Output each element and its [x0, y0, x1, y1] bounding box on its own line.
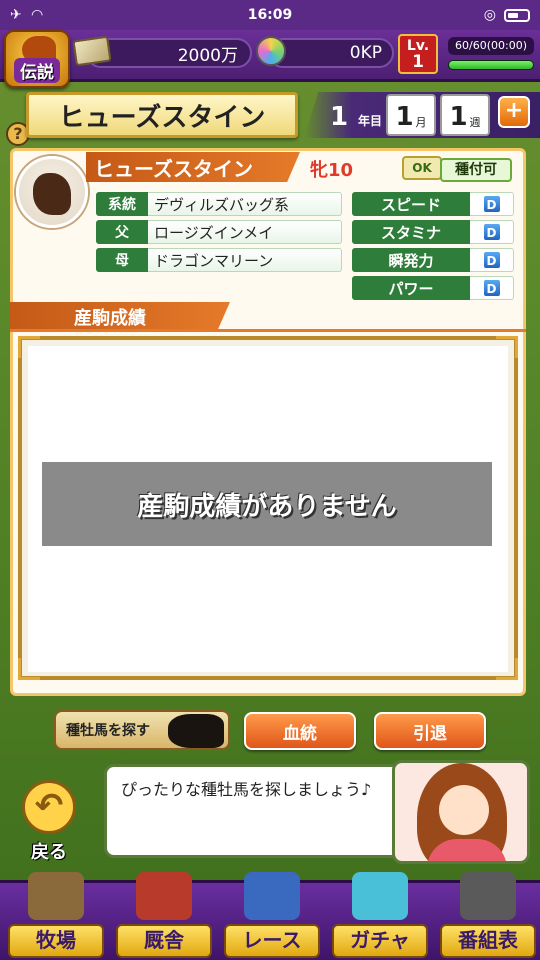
stat-key: スピード [352, 192, 470, 216]
nav-item-schedule[interactable]: 番組表 [436, 872, 540, 960]
stat-value: D [470, 192, 514, 216]
frame-corner [18, 336, 40, 358]
stat-value: D [470, 220, 514, 244]
pedigree-button[interactable]: 血統 [244, 712, 356, 750]
page-title: ヒューズスタイン [26, 92, 298, 138]
horse-name: ヒューズスタイン [86, 152, 300, 182]
farm-icon [28, 872, 84, 920]
nav-item-race[interactable]: レース [220, 872, 324, 960]
stat-value: D [470, 276, 514, 300]
level-badge: Lv. 1 [398, 34, 438, 74]
year-label: 年目 [358, 114, 383, 128]
back-arrow-icon: ↶ [22, 780, 76, 834]
empty-results-message: 産駒成績がありません [42, 462, 492, 546]
grade-badge: D [482, 279, 501, 297]
nav-item-stable[interactable]: 厩舎 [112, 872, 216, 960]
stamina-text: 60/60(00:00) [448, 37, 534, 55]
month-label: 月 [415, 116, 427, 129]
grade-badge: D [482, 195, 501, 213]
results-section-title: 産駒成績 [10, 302, 230, 332]
orientation-lock-icon: ◎ [483, 7, 496, 23]
stable-icon [136, 872, 192, 920]
advance-date-button[interactable]: + [498, 96, 530, 128]
nav-label: 番組表 [440, 924, 536, 958]
kp-counter: 0KP [268, 38, 394, 68]
ticket-icon [72, 35, 112, 67]
back-button[interactable]: ↶ 戻る [14, 780, 84, 864]
character-face [439, 785, 489, 835]
back-label: 戻る [31, 842, 67, 863]
info-value: ドラゴンマリーン [148, 248, 342, 272]
nav-label: ガチャ [332, 924, 428, 958]
horse-silhouette-icon [168, 714, 224, 748]
stamina-bar [448, 60, 534, 70]
kp-disc-icon [256, 36, 286, 66]
nav-label: 牧場 [8, 924, 104, 958]
money-counter: 2000万 [86, 38, 252, 68]
grade-badge: D [482, 251, 501, 269]
stat-key: 瞬発力 [352, 248, 470, 272]
legend-label: 伝説 [14, 58, 60, 83]
status-bar: ✈ ◠ 16:09 ◎ [0, 0, 540, 30]
info-row-dam: 母 ドラゴンマリーン [96, 248, 342, 272]
status-time: 16:09 [247, 7, 293, 23]
legend-badge[interactable]: 伝説 [4, 30, 70, 88]
stat-key: パワー [352, 276, 470, 300]
schedule-icon [460, 872, 516, 920]
frame-corner [496, 336, 518, 358]
ok-hand-icon: OK [402, 156, 442, 180]
stat-row-speed: スピード D [352, 192, 514, 216]
month-calendar: 1 月 [386, 94, 436, 136]
battery-icon [504, 8, 530, 22]
month-value: 1 [395, 102, 414, 132]
assistant-character [392, 760, 530, 864]
horse-sex-age: 牝10 [310, 160, 354, 181]
frame-corner [496, 658, 518, 680]
stat-row-stamina: スタミナ D [352, 220, 514, 244]
week-value: 1 [449, 102, 468, 132]
gacha-icon [352, 872, 408, 920]
info-row-lineage: 系統 デヴィルズバッグ系 [96, 192, 342, 216]
nav-label: 厩舎 [116, 924, 212, 958]
grade-badge: D [482, 223, 501, 241]
retire-button[interactable]: 引退 [374, 712, 486, 750]
info-value: ロージズインメイ [148, 220, 342, 244]
search-stallion-button[interactable]: 種牡馬を探す [54, 710, 230, 750]
horse-portrait [16, 156, 88, 228]
info-value: デヴィルズバッグ系 [148, 192, 342, 216]
nav-item-farm[interactable]: 牧場 [4, 872, 108, 960]
stat-key: スタミナ [352, 220, 470, 244]
stat-row-power: パワー D [352, 276, 514, 300]
year-value: 1 [330, 102, 349, 132]
assistant-speech-bubble: ぴったりな種牡馬を探しましょう♪ [104, 764, 404, 858]
nav-label: レース [224, 924, 320, 958]
info-key: 母 [96, 248, 148, 272]
status-icons-right: ◎ [484, 7, 530, 23]
nav-item-gacha[interactable]: ガチャ [328, 872, 432, 960]
level-value: 1 [412, 52, 424, 72]
stamina-fill [449, 61, 533, 69]
frame-corner [18, 658, 40, 680]
race-icon [244, 872, 300, 920]
search-stallion-label: 種牡馬を探す [66, 723, 150, 739]
section-divider [10, 329, 526, 332]
info-key: 父 [96, 220, 148, 244]
info-row-sire: 父 ロージズインメイ [96, 220, 342, 244]
week-label: 週 [469, 116, 481, 129]
breed-status-badge: 種付可 [440, 158, 512, 182]
stat-value: D [470, 248, 514, 272]
info-key: 系統 [96, 192, 148, 216]
stat-row-burst: 瞬発力 D [352, 248, 514, 272]
week-calendar: 1 週 [440, 94, 490, 136]
